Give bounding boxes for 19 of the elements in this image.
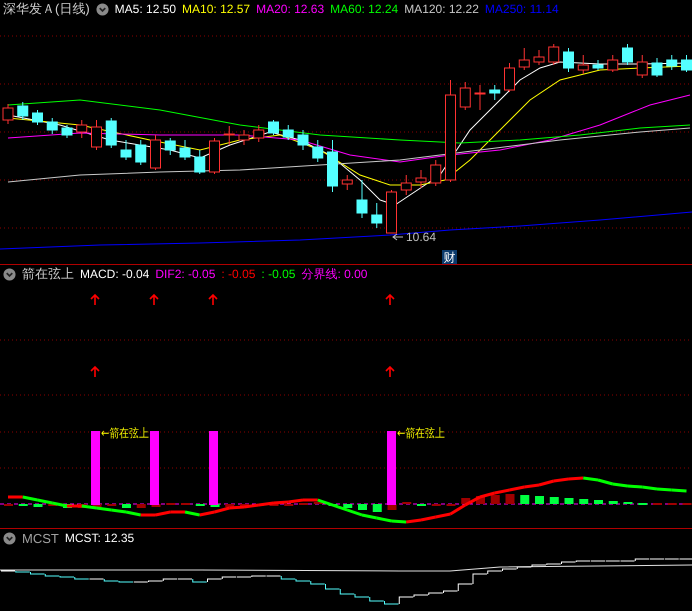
indicator-value: 分界线: 0.00 [301,266,368,282]
indicator-value: : -0.05 [261,267,296,281]
chart-title: 深华发Ａ(日线) [3,0,90,18]
indicator-value: MA20: 12.63 [256,2,324,16]
indicator-value: : -0.05 [221,267,256,281]
panel-title: MCST [22,530,59,546]
badge-label[interactable]: 财 [444,250,456,264]
signal-label: ←箭在弦上 [101,426,160,440]
indicator-value: MA120: 12.22 [404,2,479,16]
indicator-value: MCST: 12.35 [64,531,134,545]
indicator-value: MA5: 12.50 [114,2,176,16]
panel-title: 箭在弦上 [22,265,74,283]
indicator-value: MACD: -0.04 [80,267,150,281]
indicator-value: MA250: 11.14 [484,2,559,16]
indicator-value: MA60: 12.24 [330,2,398,16]
indicator-value: DIF2: -0.05 [155,267,216,281]
indicator-value: MA10: 12.57 [182,2,250,16]
signal-label: ←箭在弦上 [397,426,456,440]
low-price-label: 10.64 [406,230,436,244]
